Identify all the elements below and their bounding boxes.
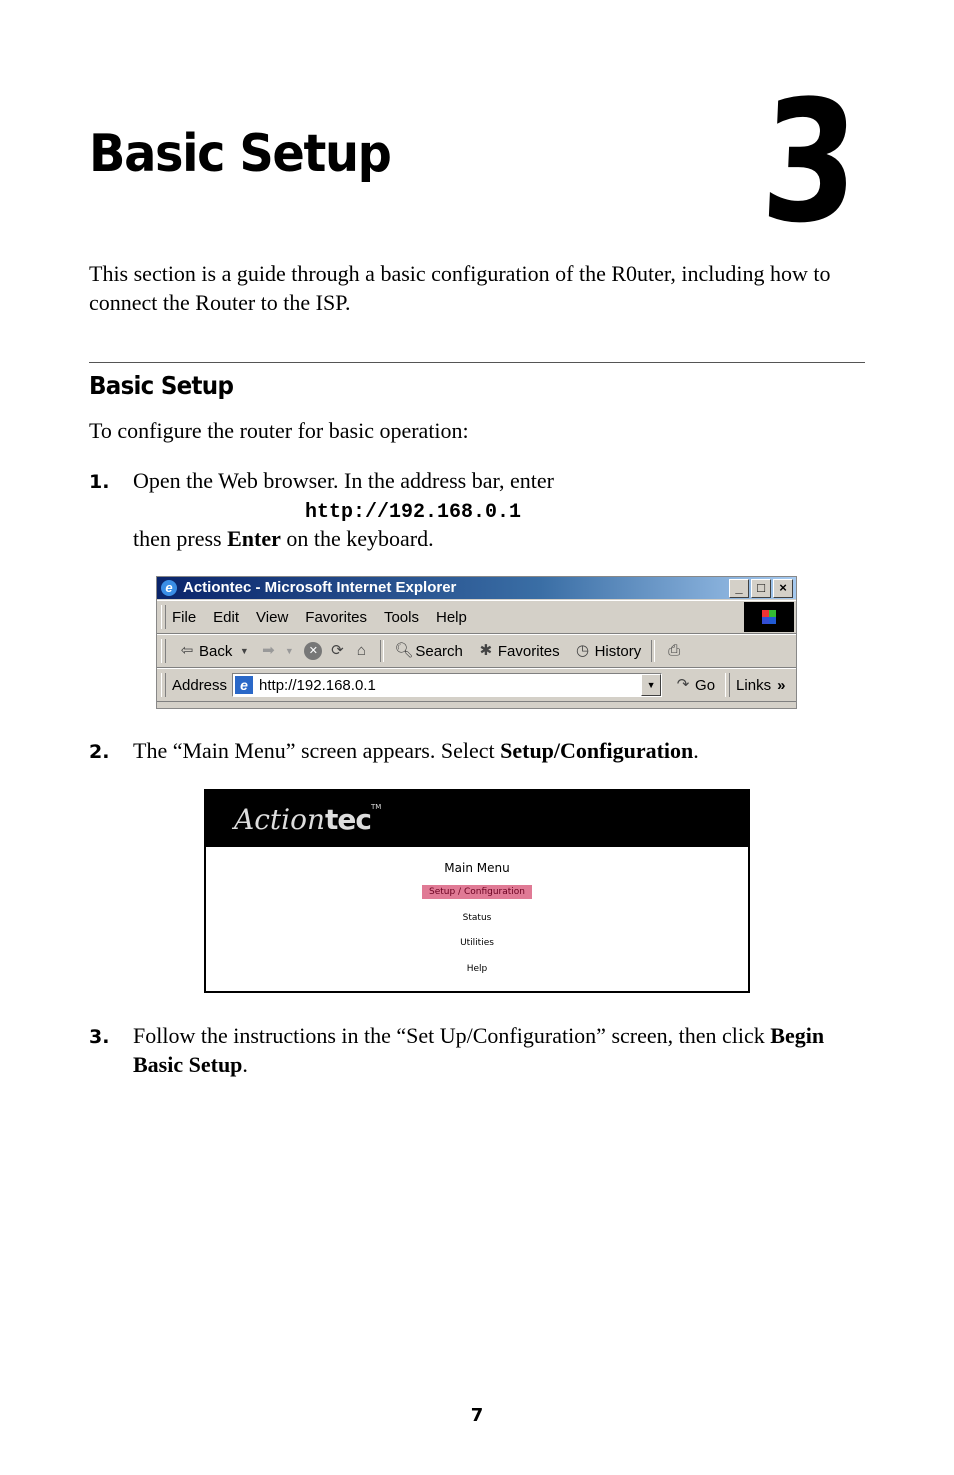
step-number: 1. [89,471,110,493]
history-button[interactable]: ◷ History [574,642,642,660]
router-main-menu-screen: ActiontecTM Main Menu Setup / Configurat… [204,789,750,993]
menu-bar: File Edit View Favorites Tools Help [157,600,796,634]
go-button[interactable]: ↷ Go [674,676,715,694]
menu-favorites[interactable]: Favorites [305,609,367,626]
menu-file[interactable]: File [172,609,196,626]
close-button[interactable]: × [773,579,793,598]
page-icon: e [235,676,254,694]
forward-arrow-icon: ➡ [262,642,275,659]
maximize-button[interactable]: □ [751,579,771,598]
toolbar-grip[interactable] [725,673,731,697]
address-label: Address [172,676,228,694]
menu-status[interactable]: Status [206,913,748,923]
back-button[interactable]: ⇦ Back ▼ [178,642,253,660]
windows-logo-icon [744,602,794,632]
address-input[interactable]: e http://192.168.0.1 ▼ [232,673,663,697]
toolbar-grip[interactable] [161,673,166,697]
step-text: Open the Web browser. In the address bar… [133,468,554,493]
browser-window: e Actiontec - Microsoft Internet Explore… [156,576,797,709]
home-icon[interactable]: ⌂ [352,642,370,660]
section-heading: Basic Setup [89,371,234,400]
history-label: History [594,642,642,660]
router-header: ActiontecTM [206,791,748,847]
page-number: 7 [470,1405,484,1426]
chevron-down-icon[interactable]: ▼ [280,642,298,660]
go-arrow-icon: ↷ [676,676,690,693]
toolbar-separator [651,640,656,662]
favorites-button[interactable]: ✱ Favorites [477,642,560,660]
standard-toolbar: ⇦ Back ▼ ➡ ▼ ✕ ⟳ ⌂ 🔍︎ Search ✱ Favorites ◷ His… [157,634,796,668]
address-bar: Address e http://192.168.0.1 ▼ ↷ Go Links… [157,668,796,702]
stop-icon[interactable]: ✕ [304,642,323,660]
section-lead: To configure the router for basic operat… [89,418,469,443]
menu-help[interactable]: Help [206,964,748,974]
step-number: 2. [89,741,110,763]
refresh-icon[interactable]: ⟳ [328,642,346,660]
minimize-button[interactable]: _ [729,579,749,598]
toolbar-grip[interactable] [161,639,166,663]
back-label: Back [199,642,233,660]
links-button[interactable]: Links [736,677,771,694]
links-more-icon[interactable]: » [777,677,785,694]
chapter-number: 3 [757,64,859,260]
search-button[interactable]: 🔍︎ Search [394,642,463,660]
menu-edit[interactable]: Edit [213,609,239,626]
chapter-title: Basic Setup [89,124,392,184]
print-icon[interactable]: ⎙ [665,642,683,660]
ie-logo-icon: e [161,580,177,596]
step-3: 3. Follow the instructions in the “Set U… [89,1021,879,1081]
menu-help[interactable]: Help [436,609,467,626]
step-text: The “Main Menu” screen appears. Select S… [133,738,699,763]
toolbar-separator [380,640,385,662]
search-icon: 🔍︎ [394,642,414,659]
menu-tools[interactable]: Tools [384,609,419,626]
url-code: http://192.168.0.1 [305,501,522,524]
history-icon: ◷ [576,642,590,659]
search-label: Search [415,642,463,660]
main-menu-title: Main Menu [444,861,510,875]
menu-utilities[interactable]: Utilities [206,938,748,948]
favorites-label: Favorites [497,642,560,660]
toolbar-grip[interactable] [161,605,166,629]
browser-title: Actiontec - Microsoft Internet Explorer [183,579,457,596]
step-text: Follow the instructions in the “Set Up/C… [133,1023,825,1077]
forward-button[interactable]: ➡ ▼ [259,642,298,660]
step-1: 1. Open the Web browser. In the address … [89,466,879,556]
actiontec-logo: ActiontecTM [234,803,382,836]
favorites-icon: ✱ [479,642,493,659]
step-2: 2. The “Main Menu” screen appears. Selec… [89,736,879,766]
address-value: http://192.168.0.1 [259,676,376,694]
address-dropdown-button[interactable]: ▼ [641,674,662,696]
go-label: Go [695,676,716,694]
intro-paragraph: This section is a guide through a basic … [89,261,831,315]
menu-setup-configuration[interactable]: Setup / Configuration [206,885,748,899]
section-divider [89,362,865,363]
chevron-down-icon[interactable]: ▼ [235,642,253,660]
back-arrow-icon: ⇦ [180,642,194,659]
menu-view[interactable]: View [256,609,288,626]
browser-title-bar[interactable]: e Actiontec - Microsoft Internet Explore… [157,577,796,599]
step-number: 3. [89,1026,110,1048]
step-text-continued: then press Enter on the keyboard. [133,526,434,551]
